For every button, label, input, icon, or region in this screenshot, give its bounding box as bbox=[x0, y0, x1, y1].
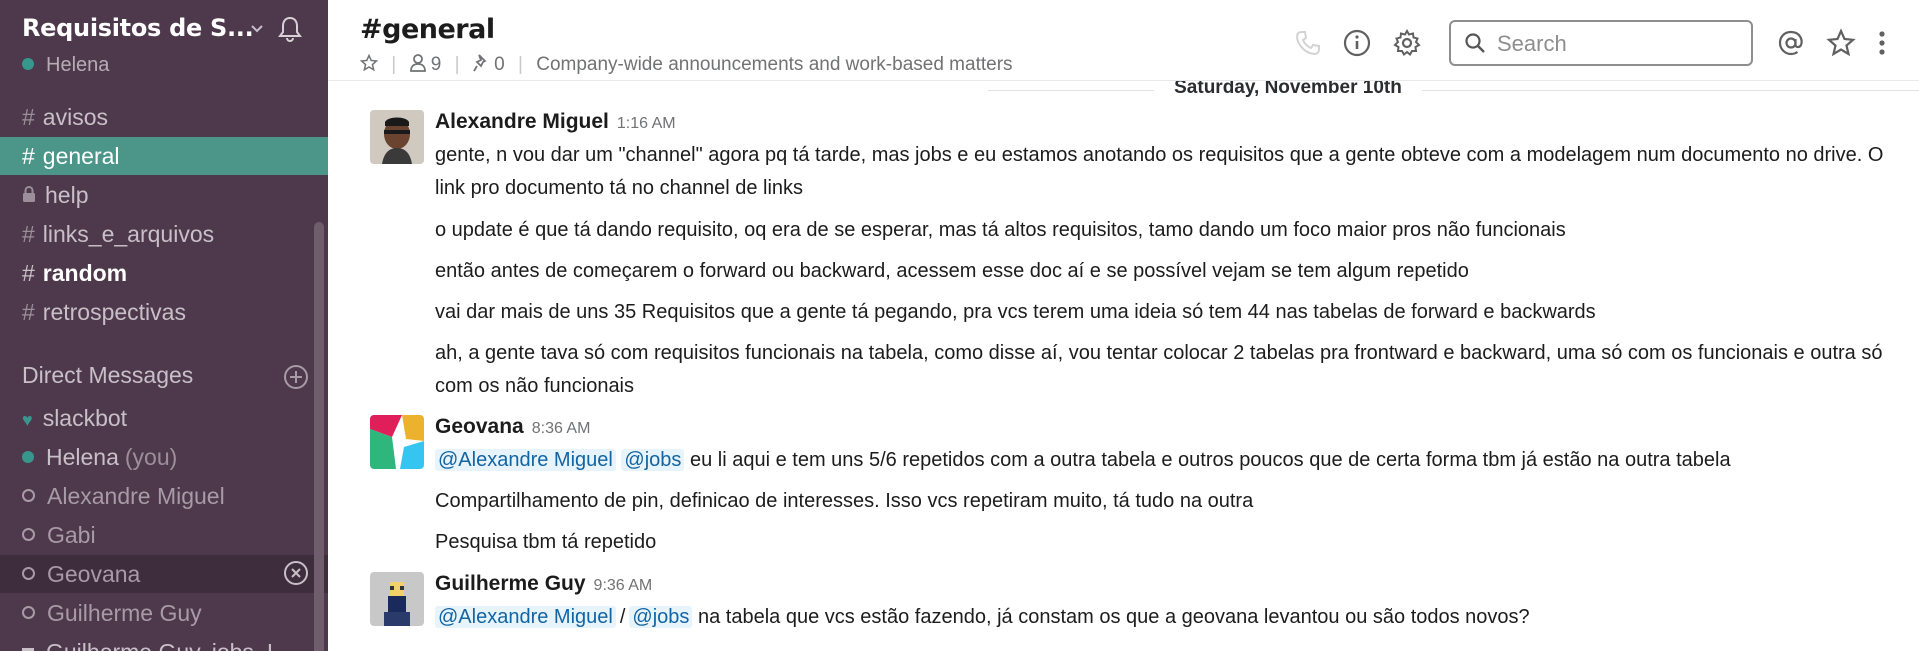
message-text: o update é que tá dando requisito, oq er… bbox=[435, 219, 1566, 241]
message-timestamp[interactable]: 8:36 AM bbox=[532, 420, 591, 437]
sidebar-dm-group[interactable]: Guilherme Guy, jobs, I bbox=[0, 633, 328, 651]
chevron-down-icon[interactable] bbox=[248, 19, 266, 37]
star-icon[interactable] bbox=[1826, 28, 1856, 58]
sidebar-item-general[interactable]: # general bbox=[0, 137, 328, 175]
team-name[interactable]: Requisitos de S... bbox=[22, 14, 254, 42]
phone-icon[interactable] bbox=[1293, 28, 1323, 58]
pinned-count[interactable]: 0 bbox=[494, 54, 505, 75]
channel-header: #general | 9 | 0 | Company-wide announce… bbox=[328, 0, 1919, 81]
presence-away-icon bbox=[22, 489, 35, 503]
sidebar-dm-alexandre-miguel[interactable]: Alexandre Miguel bbox=[0, 477, 328, 515]
sidebar: Requisitos de S... Helena # avisos # gener… bbox=[0, 0, 328, 651]
sidebar-dm-geovana[interactable]: Geovana bbox=[0, 555, 328, 593]
channel-label: links_e_arquivos bbox=[42, 221, 215, 247]
user-mention[interactable]: @jobs bbox=[621, 449, 685, 471]
message-timestamp[interactable]: 9:36 AM bbox=[594, 577, 653, 594]
sidebar-dm-slackbot[interactable]: ♥ slackbot bbox=[0, 399, 328, 437]
channel-label: avisos bbox=[42, 104, 108, 130]
hash-icon: # bbox=[22, 104, 35, 130]
sidebar-dm-gabi[interactable]: Gabi bbox=[0, 516, 328, 554]
dm-label: Geovana bbox=[47, 561, 141, 587]
dm-label: Helena bbox=[46, 444, 119, 470]
hash-icon: # bbox=[22, 299, 35, 325]
direct-messages-header[interactable]: Direct Messages bbox=[22, 362, 193, 389]
sidebar-item-help[interactable]: help bbox=[0, 176, 328, 214]
message-text: @Alexandre Miguel / @jobs na tabela que vc… bbox=[435, 601, 1895, 634]
avatar[interactable] bbox=[370, 110, 424, 164]
dm-label: slackbot bbox=[42, 405, 128, 431]
message-text: Compartilhamento de pin, definicao de in… bbox=[435, 490, 1254, 512]
user-mention[interactable]: @jobs bbox=[629, 606, 693, 628]
lock-icon bbox=[23, 185, 35, 202]
channel-meta: | 9 | 0 | Company-wide announcements and… bbox=[359, 53, 1013, 76]
avatar[interactable] bbox=[370, 572, 424, 626]
close-circle-icon[interactable] bbox=[283, 560, 309, 586]
bell-icon[interactable] bbox=[277, 15, 303, 43]
sidebar-item-links-e-arquivos[interactable]: # links_e_arquivos bbox=[0, 215, 328, 253]
message-text: gente, n vou dar um "channel" agora pq t… bbox=[435, 144, 1884, 199]
pin-icon[interactable] bbox=[473, 54, 489, 72]
search-icon bbox=[1465, 33, 1485, 53]
sidebar-item-avisos[interactable]: # avisos bbox=[0, 98, 328, 136]
dm-label: Guilherme Guy bbox=[47, 600, 202, 626]
current-user[interactable]: Helena bbox=[22, 54, 109, 77]
message-author[interactable]: Geovana 8:36 AM bbox=[435, 415, 590, 439]
message-text: então antes de começarem o forward ou ba… bbox=[435, 260, 1469, 282]
presence-active-icon bbox=[22, 57, 34, 70]
presence-active-icon bbox=[22, 450, 34, 463]
message-text: ah, a gente tava só com requisitos funci… bbox=[435, 342, 1883, 397]
member-icon[interactable] bbox=[409, 54, 426, 72]
sidebar-dm-guilherme-guy[interactable]: Guilherme Guy bbox=[0, 594, 328, 632]
sidebar-item-retrospectivas[interactable]: # retrospectivas bbox=[0, 293, 328, 331]
channel-label: help bbox=[45, 182, 89, 208]
sidebar-scrollbar[interactable] bbox=[314, 222, 324, 651]
dm-label: Alexandre Miguel bbox=[47, 483, 225, 509]
hash-icon: # bbox=[22, 260, 35, 286]
date-divider-label: Saturday, November 10th bbox=[1154, 81, 1422, 98]
current-user-name: Helena bbox=[46, 54, 110, 76]
dm-label: Guilherme Guy, jobs, I bbox=[46, 639, 273, 651]
hash-icon: # bbox=[22, 221, 35, 247]
channel-title[interactable]: #general bbox=[360, 14, 495, 45]
presence-away-icon bbox=[22, 567, 35, 581]
message-author[interactable]: Guilherme Guy 9:36 AM bbox=[435, 572, 652, 596]
message-author[interactable]: Alexandre Miguel 1:16 AM bbox=[435, 110, 676, 134]
more-vertical-icon[interactable] bbox=[1873, 28, 1891, 58]
channel-label: random bbox=[42, 260, 128, 286]
heart-icon: ♥ bbox=[22, 410, 33, 430]
user-mention[interactable]: @Alexandre Miguel bbox=[435, 449, 616, 471]
message-timestamp[interactable]: 1:16 AM bbox=[617, 115, 676, 132]
add-circle-icon[interactable] bbox=[283, 364, 309, 390]
gear-icon[interactable] bbox=[1392, 28, 1422, 58]
you-suffix: (you) bbox=[124, 444, 178, 470]
sidebar-item-random[interactable]: # random bbox=[0, 254, 328, 292]
message-text: @Alexandre Miguel @jobs eu li aqui e tem… bbox=[435, 444, 1895, 477]
channel-label: retrospectivas bbox=[42, 299, 186, 325]
avatar[interactable] bbox=[370, 415, 424, 469]
dm-label: Gabi bbox=[47, 522, 96, 548]
at-mention-icon[interactable] bbox=[1776, 28, 1806, 58]
sidebar-dm-helena[interactable]: Helena (you) bbox=[0, 438, 328, 476]
message-text: vai dar mais de uns 35 Requisitos que a … bbox=[435, 301, 1596, 323]
channel-label: general bbox=[42, 143, 120, 169]
message-text: Pesquisa tbm tá repetido bbox=[435, 531, 657, 553]
info-icon[interactable] bbox=[1342, 28, 1372, 58]
hash-icon: # bbox=[22, 143, 35, 169]
channel-topic[interactable]: Company-wide announcements and work-base… bbox=[536, 54, 1012, 75]
search-input[interactable] bbox=[1495, 28, 1739, 60]
presence-away-icon bbox=[22, 528, 35, 542]
search-box[interactable] bbox=[1449, 20, 1753, 66]
member-count[interactable]: 9 bbox=[431, 54, 442, 75]
user-mention[interactable]: @Alexandre Miguel bbox=[435, 606, 616, 628]
date-divider: Saturday, November 10th bbox=[328, 81, 1919, 100]
presence-away-icon bbox=[22, 606, 35, 620]
star-icon[interactable] bbox=[359, 53, 379, 72]
